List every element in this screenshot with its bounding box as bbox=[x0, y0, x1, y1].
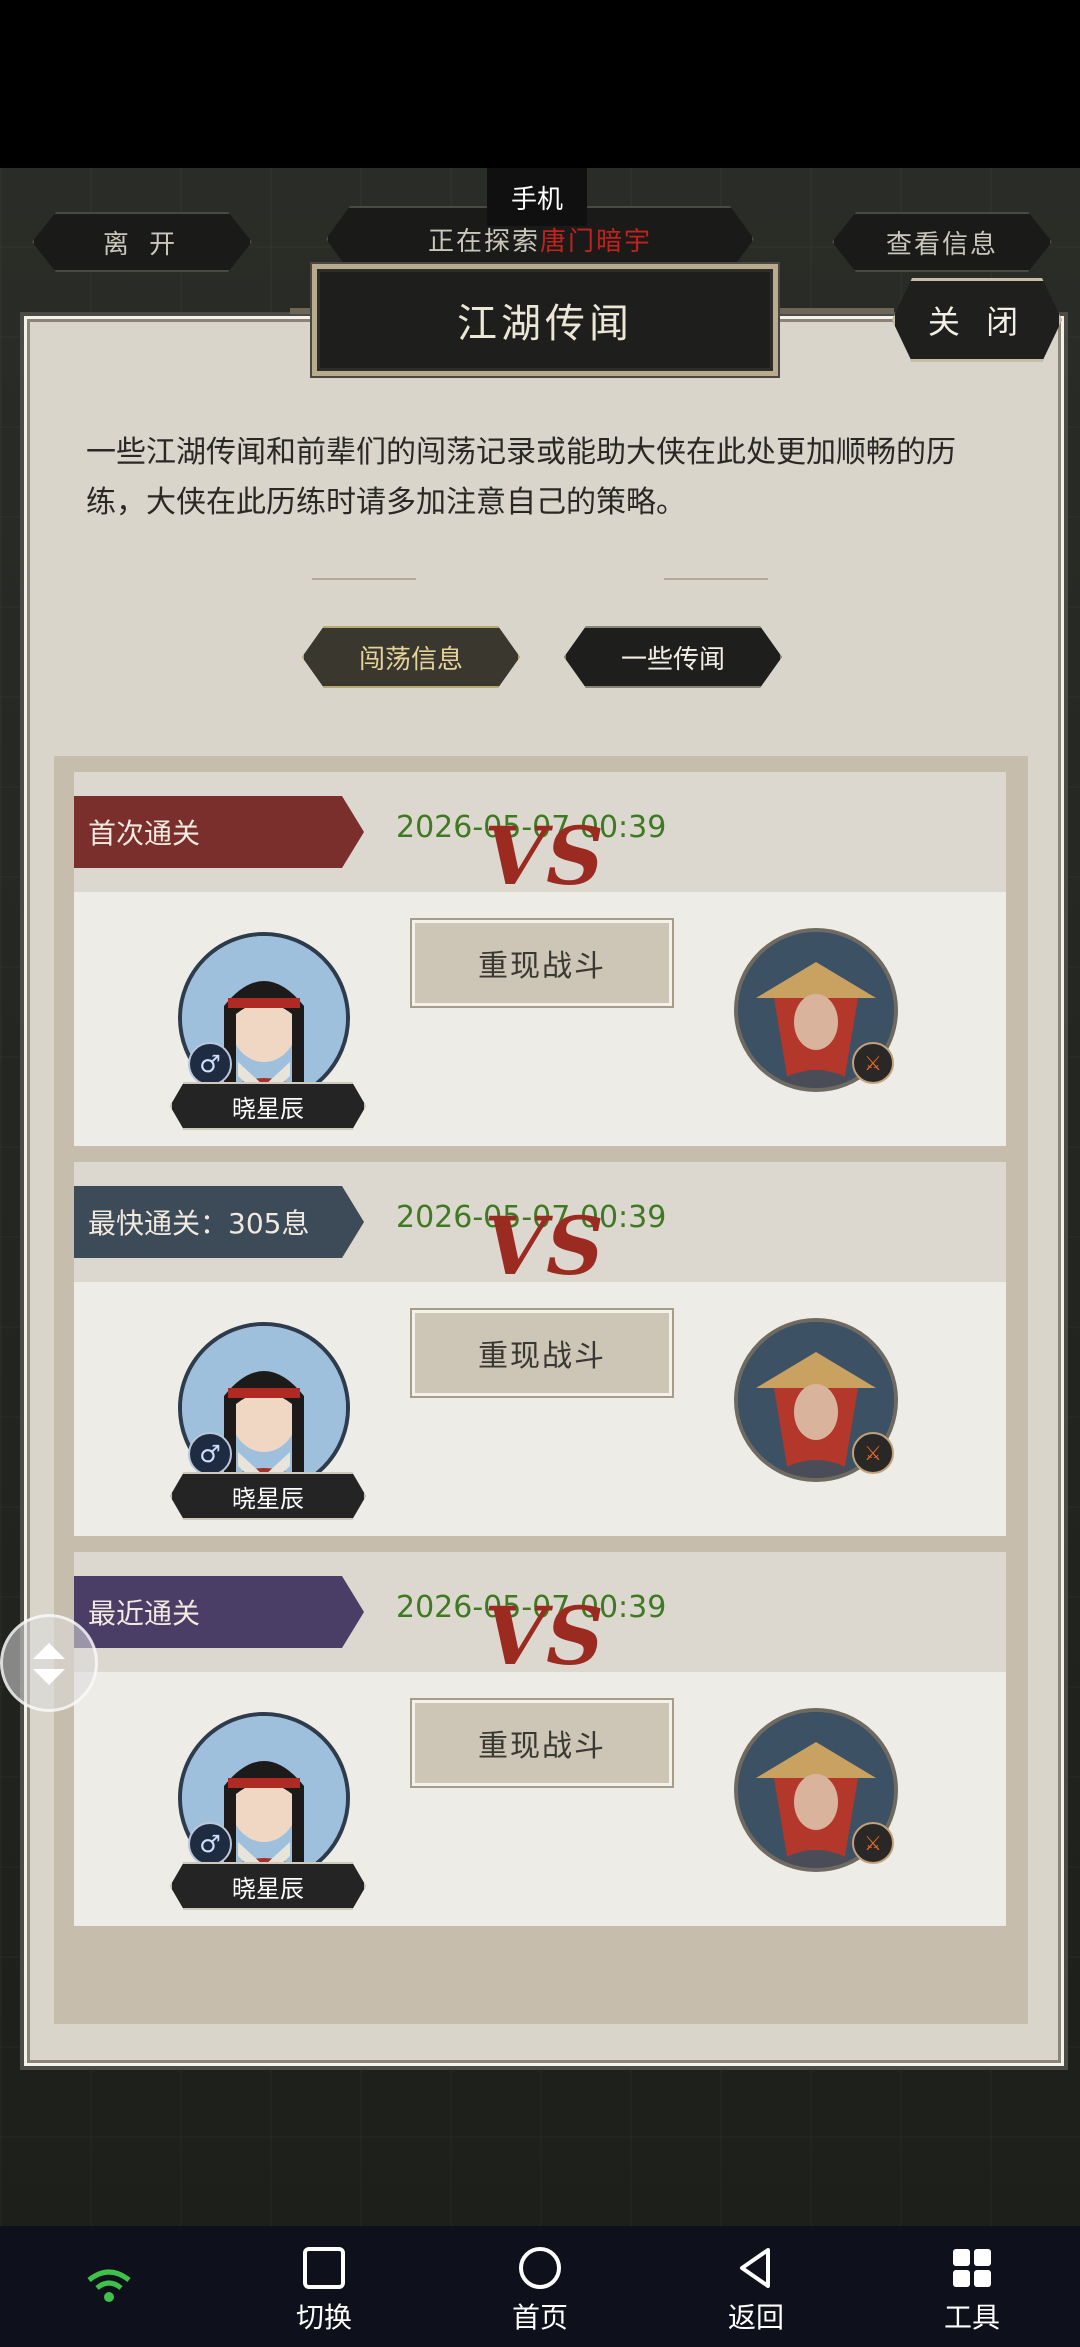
record-label-ribbon: 首次通关 bbox=[74, 796, 364, 868]
up-down-arrow-icon bbox=[33, 1643, 65, 1685]
record-label: 最快通关：305息 bbox=[88, 1207, 310, 1240]
nav-back[interactable]: 返回 bbox=[696, 2246, 816, 2336]
nav-tools[interactable]: 工具 bbox=[912, 2246, 1032, 2336]
vs-icon: VS bbox=[484, 1199, 604, 1293]
nav-switch-label: 切换 bbox=[295, 2301, 352, 2334]
male-gender-icon: ♂ bbox=[188, 1822, 232, 1866]
record-card: 最快通关：305息 2026-05-07 00:39 ♂ 晓星辰 VS 重现战斗… bbox=[74, 1162, 1006, 1536]
player-name-plate: 晓星辰 bbox=[170, 1472, 366, 1520]
vs-icon: VS bbox=[484, 1589, 604, 1683]
system-navigation-bar: 切换 首页 返回 工具 bbox=[0, 2226, 1080, 2347]
replay-battle-button[interactable]: 重现战斗 bbox=[412, 1700, 672, 1786]
close-button[interactable]: 关 闭 bbox=[892, 278, 1062, 362]
record-label: 首次通关 bbox=[88, 817, 201, 850]
divider-left bbox=[312, 578, 416, 580]
exploring-target: 唐门暗宇 bbox=[540, 226, 653, 257]
view-info-label: 查看信息 bbox=[885, 229, 998, 260]
replay-label: 重现战斗 bbox=[478, 1339, 606, 1374]
weapon-badge-icon: ⚔ bbox=[852, 1822, 894, 1864]
player-name: 晓星辰 bbox=[232, 1484, 304, 1513]
tab-records-label: 闯荡信息 bbox=[358, 644, 463, 675]
record-card: 最近通关 2026-05-07 00:39 ♂ 晓星辰 VS 重现战斗 ⚔ bbox=[74, 1552, 1006, 1926]
leave-label: 离 开 bbox=[102, 229, 182, 260]
vs-icon: VS bbox=[484, 809, 604, 903]
record-label: 最近通关 bbox=[88, 1597, 201, 1630]
view-info-button[interactable]: 查看信息 bbox=[832, 212, 1052, 272]
triangle-back-icon bbox=[740, 2248, 770, 2288]
tab-records[interactable]: 闯荡信息 bbox=[302, 626, 520, 688]
replay-label: 重现战斗 bbox=[478, 949, 606, 984]
record-card: 首次通关 2026-05-07 00:39 ♂ 晓星辰 VS 重现战斗 ⚔ bbox=[74, 772, 1006, 1146]
replay-battle-button[interactable]: 重现战斗 bbox=[412, 920, 672, 1006]
phone-tooltip: 手机 bbox=[487, 168, 587, 226]
player-name-plate: 晓星辰 bbox=[170, 1082, 366, 1130]
nav-home[interactable]: 首页 bbox=[480, 2246, 600, 2336]
player-name: 晓星辰 bbox=[232, 1874, 304, 1903]
panel-title: 江湖传闻 bbox=[312, 264, 778, 376]
player-name-plate: 晓星辰 bbox=[170, 1862, 366, 1910]
male-gender-icon: ♂ bbox=[188, 1042, 232, 1086]
nav-switch[interactable]: 切换 bbox=[264, 2246, 384, 2336]
replay-label: 重现战斗 bbox=[478, 1729, 606, 1764]
circle-icon bbox=[519, 2247, 561, 2289]
close-label: 关 闭 bbox=[927, 303, 1027, 341]
divider-right bbox=[664, 578, 768, 580]
replay-battle-button[interactable]: 重现战斗 bbox=[412, 1310, 672, 1396]
panel-description: 一些江湖传闻和前辈们的闯荡记录或能助大侠在此处更加顺畅的历练，大侠在此历练时请多… bbox=[86, 435, 956, 520]
record-label-ribbon: 最快通关：305息 bbox=[74, 1186, 364, 1258]
player-name: 晓星辰 bbox=[232, 1094, 304, 1123]
square-icon bbox=[303, 2247, 345, 2289]
leave-button[interactable]: 离 开 bbox=[32, 212, 252, 272]
floating-scroll-handle[interactable] bbox=[0, 1614, 98, 1712]
exploring-label: 正在探索 bbox=[427, 226, 540, 257]
weapon-badge-icon: ⚔ bbox=[852, 1042, 894, 1084]
tab-rumors-label: 一些传闻 bbox=[620, 644, 725, 675]
nav-tools-label: 工具 bbox=[943, 2301, 1000, 2334]
nav-back-label: 返回 bbox=[727, 2301, 784, 2334]
weapon-badge-icon: ⚔ bbox=[852, 1432, 894, 1474]
wifi-icon bbox=[84, 2266, 134, 2306]
tab-rumors[interactable]: 一些传闻 bbox=[564, 626, 782, 688]
record-label-ribbon: 最近通关 bbox=[74, 1576, 364, 1648]
grid-icon bbox=[953, 2249, 991, 2287]
male-gender-icon: ♂ bbox=[188, 1432, 232, 1476]
nav-home-label: 首页 bbox=[511, 2301, 568, 2334]
